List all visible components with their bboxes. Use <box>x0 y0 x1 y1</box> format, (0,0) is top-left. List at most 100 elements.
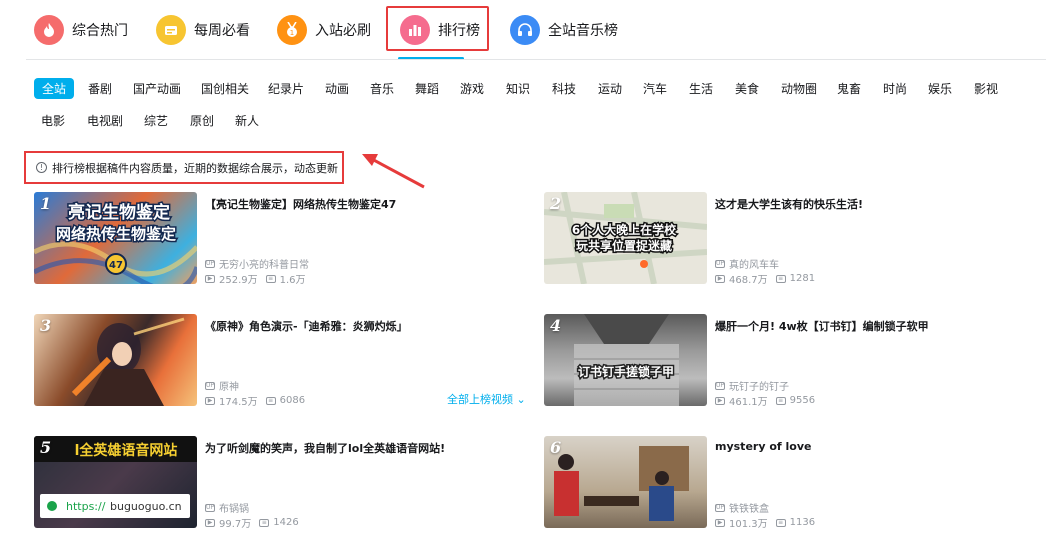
danmaku-icon: ≡ <box>259 518 270 527</box>
video-title[interactable]: 爆肝一个月! 4w枚【订书钉】编制锁子软甲 <box>715 318 1015 334</box>
play-icon: ▶ <box>715 518 725 527</box>
category-item[interactable]: 新人 <box>235 112 259 129</box>
nav-tab-music[interactable]: 全站音乐榜 <box>510 14 618 46</box>
category-item[interactable]: 电影 <box>41 112 65 129</box>
category-item[interactable]: 电视剧 <box>87 112 123 129</box>
uploader[interactable]: UP 原神 <box>205 378 239 393</box>
nav-tab-must-watch[interactable]: 1 入站必刷 <box>277 14 371 46</box>
up-icon: UP <box>715 381 725 390</box>
red-arrow-annotation <box>362 154 425 189</box>
video-card[interactable]: 6个人大晚上在学校 玩共享位置捉迷藏 2 这才是大学生该有的快乐生活! UP 真的… <box>544 192 1024 287</box>
category-item[interactable]: 娱乐 <box>928 80 952 97</box>
category-item[interactable]: 国创相关 <box>201 80 249 97</box>
video-thumbnail[interactable]: 6个人大晚上在学校 玩共享位置捉迷藏 2 <box>544 192 707 284</box>
video-card[interactable]: 6 mystery of love UP 铁铁铁盒 ▶ 101.3万 ≡ 1136 <box>544 436 1024 531</box>
play-icon: ▶ <box>205 396 215 405</box>
ranking-page: 综合热门 每周必看 1 入站必刷 排行榜 全站音乐榜 全站 番剧 国产动画 国创… <box>0 0 1062 545</box>
rank-number: 5 <box>40 438 52 457</box>
video-thumbnail[interactable]: 3 <box>34 314 197 406</box>
category-all[interactable]: 全站 <box>34 78 75 99</box>
video-card[interactable]: l全英雄语音网站 https:// buguoguo.cn 5 为了听剑魔的笑声… <box>34 436 514 531</box>
danmaku-count: 1281 <box>789 273 816 284</box>
up-icon: UP <box>205 381 215 390</box>
svg-text:l全英雄语音网站: l全英雄语音网站 <box>75 442 178 459</box>
nav-tab-weekly[interactable]: 每周必看 <box>156 14 250 46</box>
category-item[interactable]: 游戏 <box>460 80 484 97</box>
category-item[interactable]: 科技 <box>552 80 576 97</box>
uploader[interactable]: UP 玩钉子的钉子 <box>715 378 789 393</box>
view-count: 99.7万 <box>219 519 252 530</box>
up-icon: UP <box>715 259 725 268</box>
calendar-icon <box>156 15 186 45</box>
nav-tab-label: 综合热门 <box>72 23 128 39</box>
svg-text:47: 47 <box>109 260 123 271</box>
play-icon: ▶ <box>205 274 215 283</box>
video-card[interactable]: 订书钉手搓锁子甲 4 爆肝一个月! 4w枚【订书钉】编制锁子软甲 UP 玩钉子的钉… <box>544 314 1024 409</box>
uploader[interactable]: UP 真的风车车 <box>715 256 779 271</box>
view-count: 101.3万 <box>729 519 768 530</box>
category-item[interactable]: 动物圈 <box>781 80 817 97</box>
view-count: 252.9万 <box>219 275 258 286</box>
category-item[interactable]: 综艺 <box>144 112 168 129</box>
uploader[interactable]: UP 铁铁铁盒 <box>715 500 769 515</box>
headphones-icon <box>510 15 540 45</box>
svg-text:订书钉手搓锁子甲: 订书钉手搓锁子甲 <box>578 364 674 379</box>
rank-number: 2 <box>550 194 562 213</box>
video-thumbnail[interactable]: l全英雄语音网站 https:// buguoguo.cn 5 <box>34 436 197 528</box>
video-title[interactable]: 这才是大学生该有的快乐生活! <box>715 196 1015 212</box>
all-ranked-videos-link[interactable]: 全部上榜视频 ⌄ <box>447 391 526 407</box>
uploader[interactable]: UP 布锅锅 <box>205 500 249 515</box>
svg-text:玩共享位置捉迷藏: 玩共享位置捉迷藏 <box>576 238 672 253</box>
category-item[interactable]: 国产动画 <box>133 80 181 97</box>
category-item[interactable]: 知识 <box>506 80 530 97</box>
up-icon: UP <box>715 503 725 512</box>
svg-text:亮记生物鉴定: 亮记生物鉴定 <box>68 202 170 223</box>
play-icon: ▶ <box>205 518 215 527</box>
category-item[interactable]: 原创 <box>190 112 214 129</box>
danmaku-count: 6086 <box>279 395 306 406</box>
category-item[interactable]: 舞蹈 <box>415 80 439 97</box>
danmaku-count: 1.6万 <box>279 275 306 286</box>
rank-number: 6 <box>550 438 562 457</box>
uploader-name: 无穷小亮的科普日常 <box>219 260 309 271</box>
video-title[interactable]: mystery of love <box>715 440 1015 453</box>
play-icon: ▶ <box>715 274 725 283</box>
category-item[interactable]: 纪录片 <box>268 80 304 97</box>
video-title[interactable]: 《原神》角色演示-「迪希雅：炎狮灼烁」 <box>205 318 505 334</box>
info-icon: ! <box>36 162 47 173</box>
category-item[interactable]: 影视 <box>974 80 998 97</box>
video-thumbnail[interactable]: 订书钉手搓锁子甲 4 <box>544 314 707 406</box>
category-item[interactable]: 汽车 <box>643 80 667 97</box>
category-item[interactable]: 时尚 <box>883 80 907 97</box>
category-item[interactable]: 运动 <box>598 80 622 97</box>
category-item[interactable]: 音乐 <box>370 80 394 97</box>
top-nav: 综合热门 每周必看 1 入站必刷 排行榜 全站音乐榜 <box>0 0 1062 60</box>
uploader-name: 玩钉子的钉子 <box>729 382 789 393</box>
category-item[interactable]: 生活 <box>689 80 713 97</box>
video-card[interactable]: 3 《原神》角色演示-「迪希雅：炎狮灼烁」 UP 原神 ▶ 174.5万 ≡ 6086 <box>34 314 514 409</box>
category-item[interactable]: 美食 <box>735 80 759 97</box>
view-count: 468.7万 <box>729 275 768 286</box>
danmaku-icon: ≡ <box>265 396 276 405</box>
category-item[interactable]: 动画 <box>325 80 349 97</box>
video-thumbnail[interactable]: 亮记生物鉴定 网络热传生物鉴定 47 1 <box>34 192 197 284</box>
danmaku-count: 9556 <box>789 395 816 406</box>
up-icon: UP <box>205 259 215 268</box>
category-item[interactable]: 番剧 <box>88 80 112 97</box>
view-count: 174.5万 <box>219 397 258 408</box>
video-stats: ▶ 101.3万 ≡ 1136 <box>715 515 815 530</box>
video-thumbnail[interactable]: 6 <box>544 436 707 528</box>
rank-number: 4 <box>550 316 562 335</box>
video-card[interactable]: 亮记生物鉴定 网络热传生物鉴定 47 1 【亮记生物鉴定】网络热传生物鉴定47 … <box>34 192 514 287</box>
fire-icon <box>34 15 64 45</box>
svg-text:buguoguo.cn: buguoguo.cn <box>110 500 182 513</box>
up-icon: UP <box>205 503 215 512</box>
highlight-box <box>386 6 489 51</box>
uploader[interactable]: UP 无穷小亮的科普日常 <box>205 256 309 271</box>
video-title[interactable]: 为了听剑魔的笑声，我自制了lol全英雄语音网站! <box>205 440 505 456</box>
category-item[interactable]: 鬼畜 <box>837 80 861 97</box>
video-title[interactable]: 【亮记生物鉴定】网络热传生物鉴定47 <box>205 196 505 212</box>
play-icon: ▶ <box>715 396 725 405</box>
nav-tab-hot[interactable]: 综合热门 <box>34 14 128 46</box>
video-stats: ▶ 252.9万 ≡ 1.6万 <box>205 271 306 286</box>
